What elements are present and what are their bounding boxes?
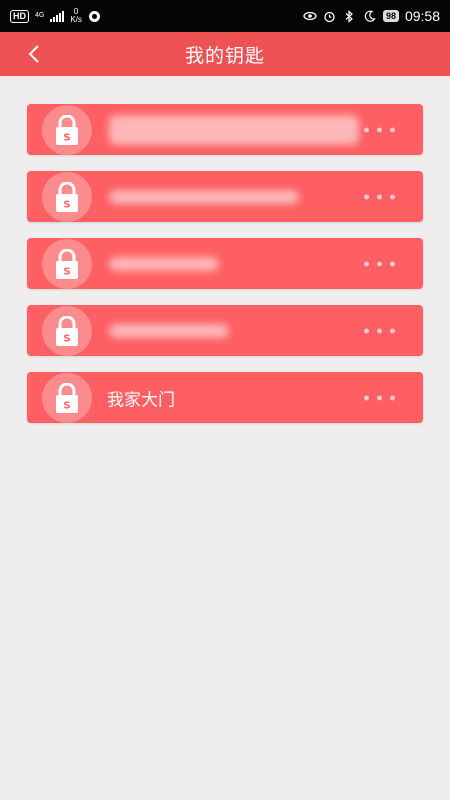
svg-text:S: S [63,133,70,144]
more-options-button[interactable] [364,261,395,266]
svg-text:S: S [63,401,70,412]
speed-unit: K/s [70,15,82,24]
key-avatar: S [42,239,92,289]
back-button[interactable] [24,44,44,64]
more-options-button[interactable] [364,194,395,199]
more-options-button[interactable] [364,328,395,333]
clock: 09:58 [404,8,440,24]
key-name: 我家大门 [107,390,175,410]
padlock-icon: S [56,115,78,145]
key-item[interactable]: S [27,305,423,356]
battery-indicator: 98 [382,10,399,22]
app-header: 我的钥匙 [0,32,450,76]
alarm-icon [323,9,337,23]
key-item[interactable]: S [27,104,423,155]
key-list: S S S S S 我家大门 [0,76,450,423]
padlock-icon: S [56,249,78,279]
padlock-icon: S [56,316,78,346]
key-avatar: S [42,172,92,222]
app-notification-icon [88,9,102,23]
svg-text:S: S [63,200,70,211]
padlock-icon: S [56,383,78,413]
key-item[interactable]: S [27,238,423,289]
status-bar: HD 4G 0 K/s 98 09:58 [0,0,450,32]
key-item[interactable]: S 我家大门 [27,372,423,423]
key-item[interactable]: S [27,171,423,222]
eye-icon [303,9,317,23]
network-type: 4G [35,12,45,19]
more-options-button[interactable] [364,127,395,132]
more-options-button[interactable] [364,395,395,400]
hd-indicator: HD [10,9,29,23]
redacted-key-name [109,323,229,338]
chevron-left-icon [28,45,39,63]
status-left: HD 4G 0 K/s [10,8,102,24]
redacted-key-name [109,256,219,271]
network-speed: 0 K/s [70,8,82,24]
svg-text:S: S [63,334,70,345]
bluetooth-icon [343,9,357,23]
redacted-key-name [109,189,299,204]
signal-icon [50,10,65,22]
status-right: 98 09:58 [303,8,440,24]
padlock-icon: S [56,182,78,212]
redacted-key-name [109,114,359,145]
svg-text:S: S [63,267,70,278]
key-avatar: S [42,105,92,155]
key-avatar: S [42,373,92,423]
page-title: 我的钥匙 [184,44,265,67]
moon-icon [363,9,377,23]
key-avatar: S [42,306,92,356]
